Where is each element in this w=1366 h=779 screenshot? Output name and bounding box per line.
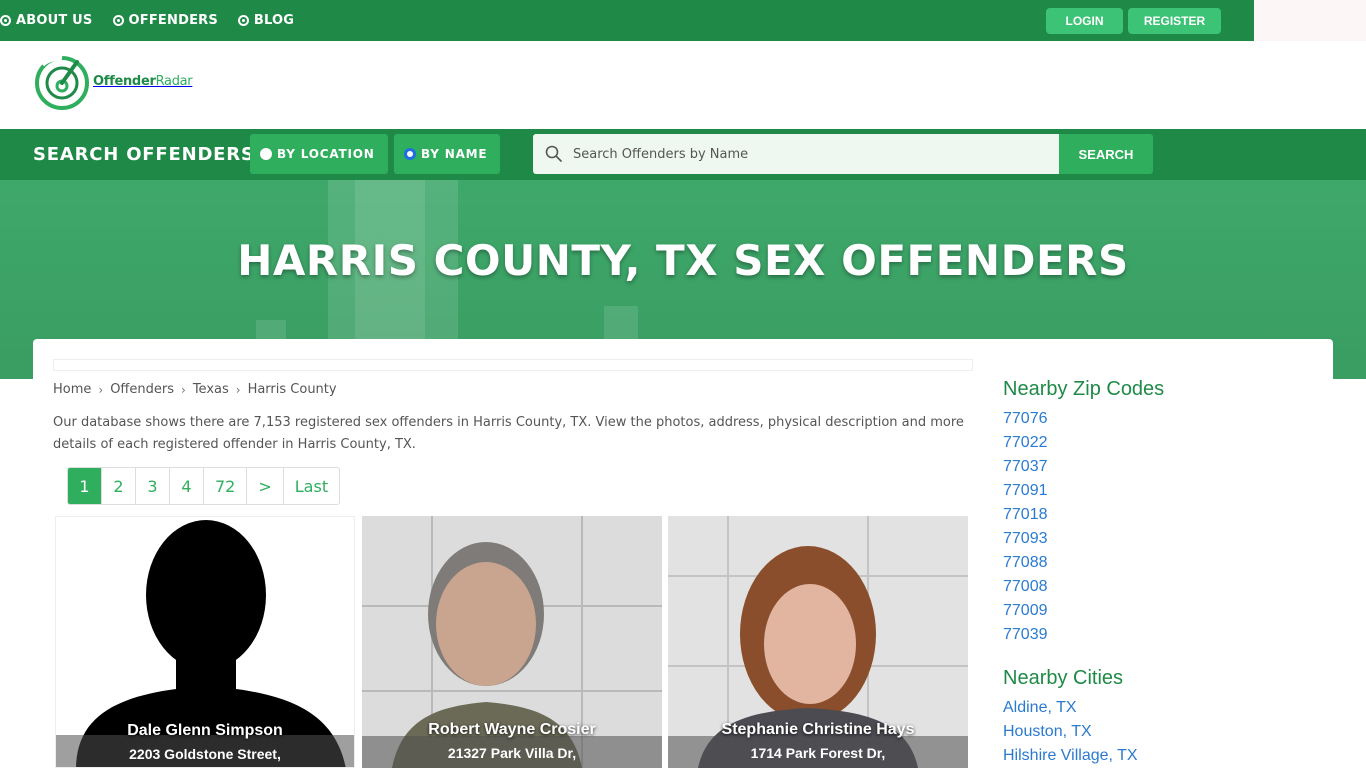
offender-name: Dale Glenn Simpson xyxy=(127,722,283,739)
radio-unchecked-icon xyxy=(260,148,272,160)
city-link[interactable]: Houston, TX xyxy=(1003,720,1303,744)
zip-link[interactable]: 77076 xyxy=(1003,407,1303,431)
zip-link[interactable]: 77093 xyxy=(1003,527,1303,551)
city-link[interactable]: Aldine, TX xyxy=(1003,696,1303,720)
circle-dot-icon xyxy=(237,15,249,26)
top-navbar-right xyxy=(1254,0,1366,41)
offender-address: 2203 Goldstone Street, xyxy=(129,746,281,762)
site-logo[interactable]: OffenderRadar xyxy=(33,50,193,112)
chevron-right-icon: › xyxy=(98,382,104,397)
zip-link[interactable]: 77091 xyxy=(1003,479,1303,503)
breadcrumb-current: Harris County xyxy=(247,382,337,397)
nearby-zip-heading: Nearby Zip Codes xyxy=(1003,378,1165,400)
nav-offenders[interactable]: OFFENDERS xyxy=(112,13,218,28)
search-title: SEARCH OFFENDERS xyxy=(33,144,255,165)
search-by-name-radio[interactable]: BY NAME xyxy=(394,134,500,174)
offender-name: Stephanie Christine Hays xyxy=(721,721,915,738)
search-by-location-radio[interactable]: BY LOCATION xyxy=(250,134,388,174)
zip-link[interactable]: 77037 xyxy=(1003,455,1303,479)
offender-name: Robert Wayne Crosier xyxy=(428,721,596,738)
city-list: Aldine, TX Houston, TX Hilshire Village,… xyxy=(1003,696,1303,768)
page-1[interactable]: 1 xyxy=(68,468,102,504)
sidebar: Nearby Zip Codes 77076 77022 77037 77091… xyxy=(1003,378,1303,768)
page-72[interactable]: 72 xyxy=(204,468,248,504)
nearby-cities-heading: Nearby Cities xyxy=(1003,667,1124,689)
zip-link[interactable]: 77039 xyxy=(1003,623,1303,647)
offender-card[interactable]: Dale Glenn Simpson 2203 Goldstone Street… xyxy=(55,516,355,768)
offender-card[interactable]: Robert Wayne Crosier 21327 Park Villa Dr… xyxy=(362,516,662,768)
zip-list: 77076 77022 77037 77091 77018 77093 7708… xyxy=(1003,407,1303,647)
search-input[interactable] xyxy=(573,146,1033,162)
search-field-wrapper xyxy=(533,134,1060,174)
page-2[interactable]: 2 xyxy=(102,468,136,504)
offender-card[interactable]: Stephanie Christine Hays 1714 Park Fores… xyxy=(668,516,968,768)
page-3[interactable]: 3 xyxy=(136,468,170,504)
zip-link[interactable]: 77088 xyxy=(1003,551,1303,575)
breadcrumb: Home › Offenders › Texas › Harris County xyxy=(53,382,337,397)
breadcrumb-texas[interactable]: Texas xyxy=(193,382,229,397)
zip-link[interactable]: 77009 xyxy=(1003,599,1303,623)
page-last[interactable]: Last xyxy=(284,468,339,504)
offender-address: 21327 Park Villa Dr, xyxy=(447,745,577,761)
top-nav: ABOUT US OFFENDERS BLOG xyxy=(0,0,314,41)
circle-dot-icon xyxy=(0,15,11,26)
search-icon xyxy=(545,145,563,163)
intro-text: Our database shows there are 7,153 regis… xyxy=(53,415,964,452)
register-button[interactable]: REGISTER xyxy=(1128,8,1221,34)
radar-logo-icon xyxy=(35,54,89,110)
zip-link[interactable]: 77008 xyxy=(1003,575,1303,599)
login-button[interactable]: LOGIN xyxy=(1046,8,1123,34)
ad-placeholder xyxy=(53,359,973,371)
page-4[interactable]: 4 xyxy=(170,468,204,504)
city-link[interactable]: Hilshire Village, TX xyxy=(1003,744,1303,768)
zip-link[interactable]: 77018 xyxy=(1003,503,1303,527)
breadcrumb-offenders[interactable]: Offenders xyxy=(110,382,174,397)
page-next[interactable]: > xyxy=(247,468,284,504)
nav-about-us[interactable]: ABOUT US xyxy=(0,13,93,28)
radio-checked-icon xyxy=(404,148,416,160)
breadcrumb-home[interactable]: Home xyxy=(53,382,91,397)
search-button[interactable]: SEARCH xyxy=(1059,134,1153,174)
page-title: HARRIS COUNTY, TX SEX OFFENDERS xyxy=(237,236,1129,285)
circle-dot-icon xyxy=(112,15,124,26)
zip-link[interactable]: 77022 xyxy=(1003,431,1303,455)
pagination: 1 2 3 4 72 > Last xyxy=(67,467,341,505)
chevron-right-icon: › xyxy=(235,382,241,397)
nav-blog[interactable]: BLOG xyxy=(237,13,294,28)
chevron-right-icon: › xyxy=(181,382,186,397)
logo-wordmark: OffenderRadar xyxy=(93,73,193,89)
offender-address: 1714 Park Forest Dr, xyxy=(750,745,886,761)
